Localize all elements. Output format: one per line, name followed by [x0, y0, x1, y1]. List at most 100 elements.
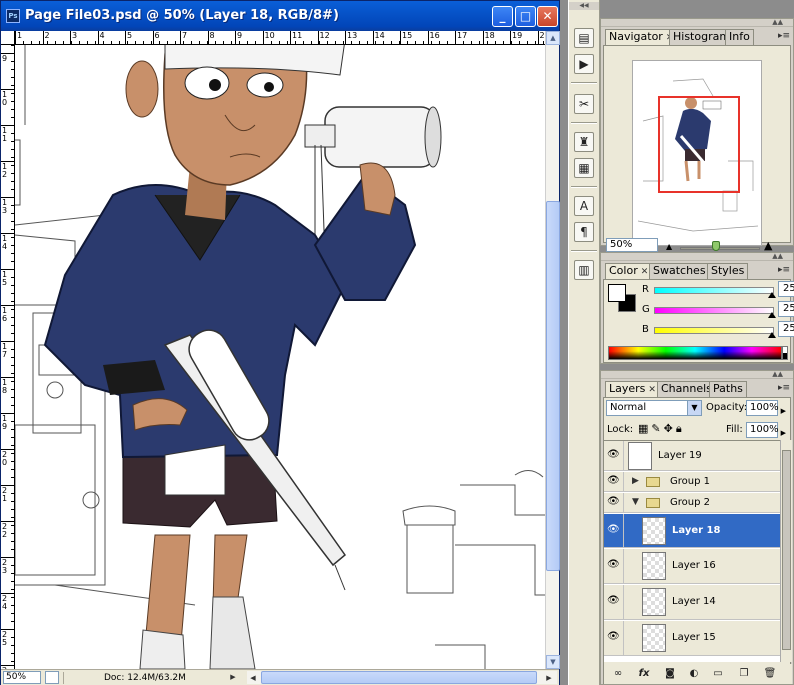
group-row[interactable]: 👁︎ ▼ Group 2 — [604, 493, 780, 513]
navigator-preview[interactable] — [632, 60, 762, 246]
visibility-eye-icon[interactable]: 👁︎ — [604, 472, 624, 491]
panel-menu-icon[interactable]: ▸≡ — [778, 383, 790, 393]
layer-row[interactable]: 👁︎ Layer 16 — [604, 549, 780, 584]
visibility-eye-icon[interactable]: 👁︎ — [604, 549, 624, 583]
blue-slider[interactable] — [654, 327, 774, 334]
canvas[interactable] — [15, 45, 545, 669]
channel-label: R — [642, 284, 649, 295]
green-value-field[interactable]: 255 — [778, 301, 794, 317]
minimize-button[interactable]: _ — [492, 6, 513, 27]
link-icon[interactable]: ∞ — [610, 666, 626, 681]
scroll-down-arrow-icon[interactable]: ▼ — [546, 655, 560, 669]
layers-scrollbar[interactable] — [780, 440, 792, 662]
horizontal-scroll-thumb[interactable] — [261, 671, 537, 684]
close-tab-icon[interactable]: ✕ — [641, 267, 649, 277]
zoom-field[interactable]: 50% — [3, 671, 41, 684]
adjustment-icon[interactable]: ◐ — [686, 666, 702, 681]
zoom-slider[interactable] — [680, 247, 760, 250]
chevron-down-icon[interactable]: ▼ — [687, 401, 701, 415]
layer-comps-icon[interactable]: ▦ — [574, 158, 594, 178]
brushes-icon[interactable]: ▤ — [574, 28, 594, 48]
scroll-up-arrow-icon[interactable]: ▲ — [546, 31, 560, 45]
layer-row[interactable]: 👁︎ Layer 19 — [604, 441, 780, 471]
layer-row[interactable]: 👁︎ Layer 15 — [604, 621, 780, 656]
view-box[interactable] — [658, 96, 740, 193]
lock-transparency-icon[interactable]: ▦ — [638, 422, 651, 435]
vertical-ruler[interactable]: 91011121314151617181920212223242526 — [1, 45, 15, 683]
close-tab-icon[interactable]: ✕ — [648, 385, 656, 395]
trash-icon[interactable]: 🗑︎ — [762, 666, 778, 681]
fill-field[interactable]: 100% ▶ — [746, 422, 786, 438]
group-row[interactable]: 👁︎ ▶ Group 1 — [604, 472, 780, 492]
black-white-swatch[interactable] — [782, 346, 788, 360]
status-arrow-icon[interactable]: ▶ — [227, 671, 239, 684]
layers-scroll-thumb[interactable] — [782, 450, 791, 650]
foreground-color-swatch[interactable] — [608, 284, 626, 302]
character-icon[interactable]: A — [574, 196, 594, 216]
paragraph-icon[interactable]: ¶ — [574, 222, 594, 242]
red-value-field[interactable]: 255 — [778, 281, 794, 297]
color-spectrum[interactable] — [608, 346, 782, 360]
navigator-zoom-field[interactable]: 50% — [606, 238, 658, 252]
zoom-in-icon[interactable]: ▲ — [764, 239, 772, 252]
panel-grip[interactable]: ▲▲ — [601, 18, 793, 27]
clone-source-icon[interactable]: ♜ — [574, 132, 594, 152]
vertical-scrollbar[interactable]: ▲ ▼ — [545, 31, 560, 669]
panel-menu-icon[interactable]: ▸≡ — [778, 265, 790, 275]
dock-collapse-icon[interactable]: ◀◀ — [569, 2, 599, 10]
lock-position-icon[interactable]: ✥ — [664, 422, 676, 435]
red-slider[interactable] — [654, 287, 774, 294]
tab-navigator[interactable]: Navigator✕ — [605, 29, 678, 45]
blue-value-field[interactable]: 255 — [778, 321, 794, 337]
lock-all-icon[interactable]: 🔒︎ — [676, 422, 685, 435]
green-slider-knob[interactable] — [768, 312, 776, 318]
opacity-dropdown-icon[interactable]: ▶ — [781, 404, 786, 418]
tab-channels[interactable]: Channels — [657, 381, 716, 397]
vertical-scroll-thumb[interactable] — [546, 201, 560, 571]
panel-grip[interactable]: ▲▲ — [601, 252, 793, 261]
tab-color[interactable]: Color ✕ — [605, 263, 653, 279]
document-title-bar[interactable]: Ps Page File03.psd @ 50% (Layer 18, RGB/… — [1, 1, 559, 31]
close-button[interactable]: ✕ — [537, 6, 558, 27]
tab-layers[interactable]: Layers ✕ — [605, 381, 660, 397]
ruler-label: 16 — [2, 306, 8, 323]
fx-icon[interactable]: fx — [636, 666, 652, 681]
new-group-icon[interactable]: ▭ — [710, 666, 726, 681]
blue-slider-knob[interactable] — [768, 332, 776, 338]
collapse-triangle-icon[interactable]: ▼ — [632, 497, 639, 507]
tool-presets-icon[interactable]: ✂ — [574, 94, 594, 114]
status-menu-icon[interactable] — [45, 671, 59, 684]
lock-image-icon[interactable]: ✎ — [651, 422, 663, 435]
scroll-left-arrow-icon[interactable]: ◀ — [247, 672, 259, 685]
tab-paths[interactable]: Paths — [709, 381, 747, 397]
tab-swatches[interactable]: Swatches — [649, 263, 710, 279]
visibility-eye-icon[interactable]: 👁︎ — [604, 585, 624, 619]
tab-styles[interactable]: Styles — [707, 263, 749, 279]
new-layer-icon[interactable]: ❐ — [736, 666, 752, 681]
panel-menu-icon[interactable]: ▸≡ — [778, 31, 790, 41]
horizontal-ruler[interactable]: 1234567891011121314151617181920 — [15, 31, 550, 45]
zoom-out-icon[interactable]: ▲ — [666, 242, 672, 251]
ruler-origin[interactable] — [1, 31, 15, 45]
red-slider-knob[interactable] — [768, 292, 776, 298]
visibility-eye-icon[interactable]: 👁︎ — [604, 621, 624, 655]
blend-mode-select[interactable]: Normal ▼ — [606, 400, 702, 416]
visibility-eye-icon[interactable]: 👁︎ — [604, 441, 624, 470]
actions-icon[interactable]: ▶ — [574, 54, 594, 74]
expand-triangle-icon[interactable]: ▶ — [632, 476, 639, 486]
layer-row-selected[interactable]: 👁︎ Layer 18 — [604, 514, 780, 548]
fill-dropdown-icon[interactable]: ▶ — [781, 426, 786, 440]
panel-grip[interactable]: ▲▲ — [601, 370, 793, 379]
green-slider[interactable] — [654, 307, 774, 314]
tab-info[interactable]: Info — [725, 29, 754, 45]
mask-icon[interactable]: ◙ — [662, 666, 678, 681]
scroll-right-arrow-icon[interactable]: ▶ — [543, 672, 555, 685]
zoom-slider-knob[interactable] — [712, 241, 720, 251]
horizontal-scrollbar[interactable]: ◀ ▶ — [247, 671, 557, 684]
layer-row[interactable]: 👁︎ Layer 14 — [604, 585, 780, 620]
info-panel-icon[interactable]: ▥ — [574, 260, 594, 280]
visibility-eye-icon[interactable]: 👁︎ — [604, 493, 624, 512]
maximize-button[interactable]: □ — [515, 6, 536, 27]
visibility-eye-icon[interactable]: 👁︎ — [604, 514, 624, 547]
opacity-field[interactable]: 100% ▶ — [746, 400, 786, 416]
